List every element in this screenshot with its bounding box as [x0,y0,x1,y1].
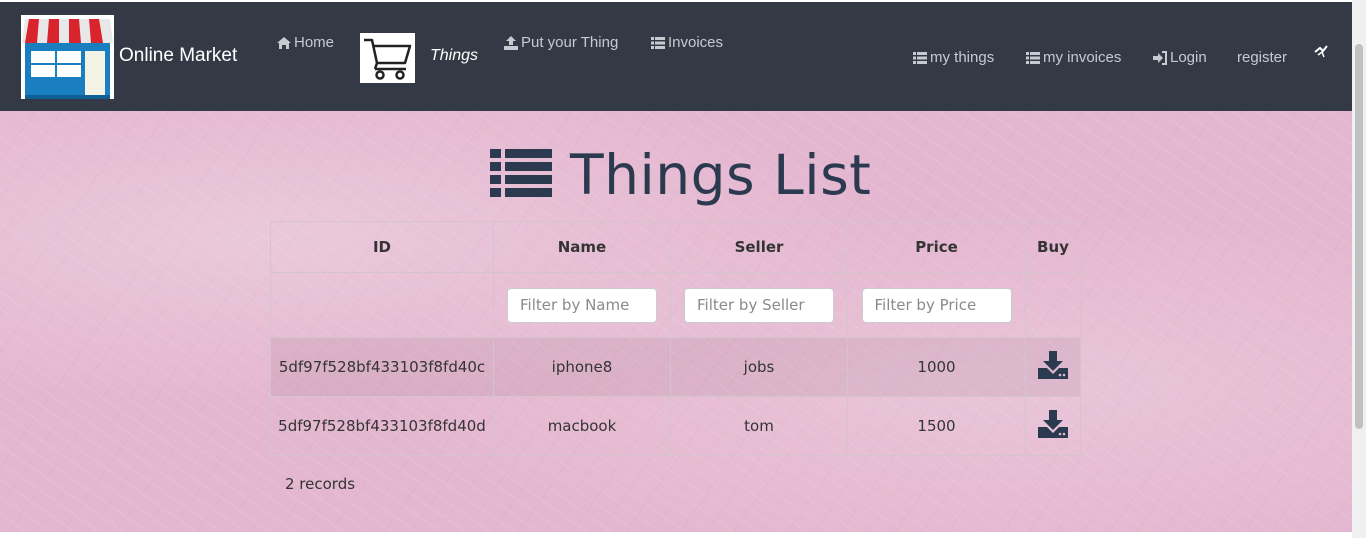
download-icon[interactable] [1038,410,1068,438]
nav-login-label: Login [1170,49,1207,66]
nav-register-label: register [1237,49,1288,66]
cell-price: 1000 [847,337,1026,397]
nav-register[interactable]: register [1237,49,1287,66]
table-row: 5df97f528bf433103f8fd40c iphone8 jobs 10… [270,337,1081,397]
nav-things[interactable]: Things [430,47,478,65]
scrollbar-thumb[interactable] [1355,44,1363,429]
nav-put-your-thing[interactable]: Put your Thing [503,34,618,51]
nav-put-your-thing-label: Put your Thing [521,34,619,51]
table-header-row: ID Name Seller Price Buy [270,221,1081,273]
list-icon [490,147,552,203]
shopping-cart-icon[interactable] [360,33,415,83]
filter-cell-seller [670,272,848,338]
column-header-id[interactable]: ID [270,221,494,273]
column-header-seller[interactable]: Seller [670,221,848,273]
cell-name: iphone8 [493,337,671,397]
nav-my-things[interactable]: my things [912,49,994,66]
table-row: 5df97f528bf433103f8fd40d macbook tom 150… [270,396,1081,456]
list-icon [1025,51,1041,65]
nav-home[interactable]: Home [276,34,334,51]
records-count: 2 records [285,475,356,493]
cell-seller: tom [670,396,848,456]
nav-my-invoices-label: my invoices [1043,49,1122,66]
nav-login[interactable]: Login [1152,49,1207,66]
cell-seller: jobs [670,337,848,397]
column-header-buy: Buy [1025,221,1081,273]
page-title: Things List [490,143,871,207]
upload-icon [503,35,519,50]
filter-by-price-input[interactable] [861,287,1012,323]
filter-cell-buy [1025,272,1081,338]
nav-invoices[interactable]: Invoices [650,34,723,51]
things-table: ID Name Seller Price Buy Filter by Name … [270,221,1081,456]
filter-row [270,272,1081,338]
nav-my-invoices[interactable]: my invoices [1025,49,1121,66]
store-logo-icon[interactable] [21,15,114,99]
filter-cell-name [493,272,671,338]
list-icon [650,36,666,50]
cell-name: macbook [493,396,671,456]
brand-name[interactable]: Online Market [119,45,237,67]
column-header-name[interactable]: Name [493,221,671,273]
column-header-price[interactable]: Price [847,221,1026,273]
home-icon [276,36,292,50]
nav-my-things-label: my things [930,49,995,66]
filter-cell-id [270,272,494,338]
cell-id: 5df97f528bf433103f8fd40c [270,337,494,397]
main-content: Things List ID Name Seller Price Buy Fil… [0,111,1352,532]
cell-buy [1025,337,1081,397]
vertical-scrollbar[interactable] [1352,0,1366,538]
cell-buy [1025,396,1081,456]
filter-cell-price [847,272,1026,338]
page-title-text: Things List [570,143,872,207]
download-icon[interactable] [1038,351,1068,379]
broken-image-icon [1313,43,1329,63]
nav-home-label: Home [294,34,335,51]
cell-id: 5df97f528bf433103f8fd40d [270,396,494,456]
nav-invoices-label: Invoices [668,34,724,51]
cell-price: 1500 [847,396,1026,456]
login-icon [1152,50,1168,65]
list-icon [912,51,928,65]
filter-by-seller-input[interactable] [684,287,834,323]
filter-by-name-input[interactable] [507,287,657,323]
top-navbar: Online Market Home Things Put your Thing… [0,2,1352,111]
